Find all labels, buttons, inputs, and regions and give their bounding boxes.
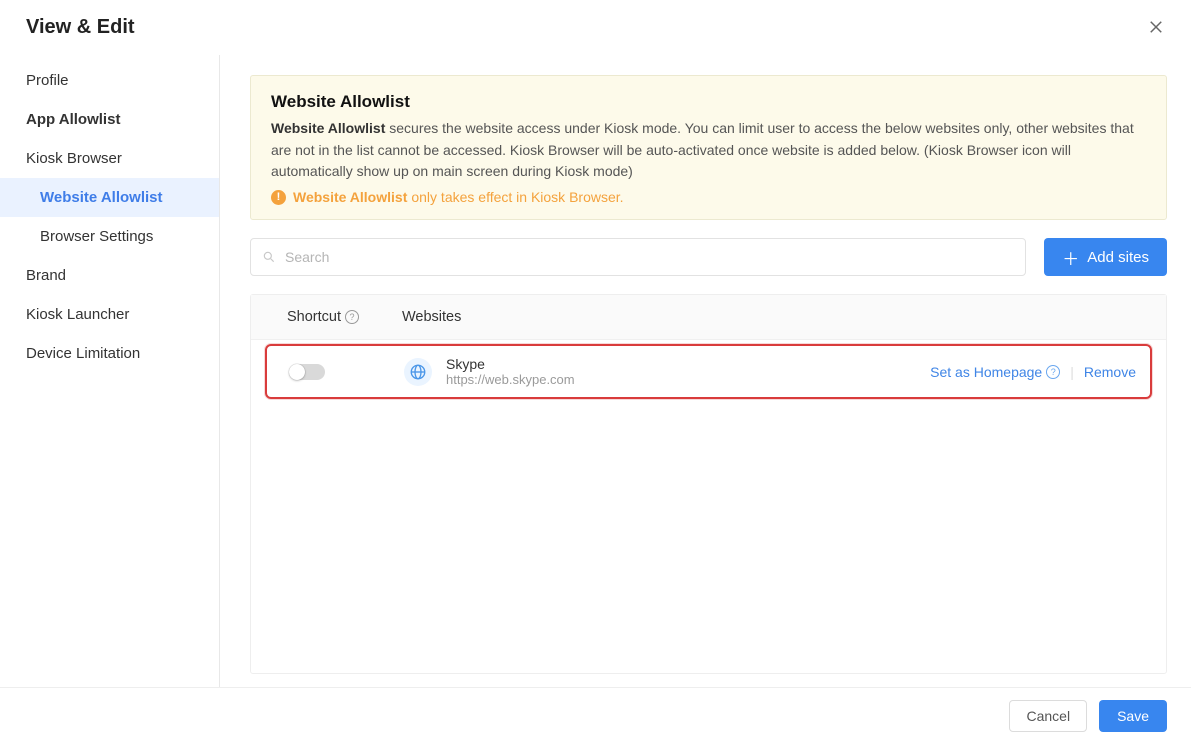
sidebar-item-profile[interactable]: Profile xyxy=(0,61,219,100)
info-bold-lead: Website Allowlist xyxy=(271,120,385,136)
sidebar-item-brand[interactable]: Brand xyxy=(0,256,219,295)
th-shortcut: Shortcut ? xyxy=(287,309,402,325)
shortcut-toggle-cell xyxy=(289,364,404,380)
sidebar-item-kiosk-launcher[interactable]: Kiosk Launcher xyxy=(0,295,219,334)
plus-icon: ＋ xyxy=(1062,245,1079,270)
th-websites: Websites xyxy=(402,309,1146,325)
info-warn-bold: Website Allowlist xyxy=(293,189,407,205)
allowlist-table: Shortcut ? Websites Skype xyxy=(250,294,1167,674)
cancel-button[interactable]: Cancel xyxy=(1009,700,1087,732)
info-title: Website Allowlist xyxy=(271,92,1146,112)
sidebar-subitem-browser-settings[interactable]: Browser Settings xyxy=(0,217,219,256)
sidebar-item-device-limitation[interactable]: Device Limitation xyxy=(0,334,219,373)
search-wrap xyxy=(250,238,1026,276)
page-title: View & Edit xyxy=(26,16,135,39)
divider: | xyxy=(1070,364,1074,380)
sidebar-item-app-allowlist[interactable]: App Allowlist xyxy=(0,100,219,139)
save-button[interactable]: Save xyxy=(1099,700,1167,732)
help-icon[interactable]: ? xyxy=(345,310,359,324)
globe-icon xyxy=(404,358,432,386)
site-url: https://web.skype.com xyxy=(446,372,575,387)
remove-link[interactable]: Remove xyxy=(1084,364,1136,380)
sidebar-item-kiosk-browser[interactable]: Kiosk Browser xyxy=(0,139,219,178)
site-cell: Skype https://web.skype.com xyxy=(404,356,930,387)
info-warn-text: only takes effect in Kiosk Browser. xyxy=(411,189,623,205)
site-name: Skype xyxy=(446,356,575,372)
info-warning: ! Website Allowlist only takes effect in… xyxy=(271,189,1146,205)
info-body-text: secures the website access under Kiosk m… xyxy=(271,120,1134,179)
close-icon[interactable] xyxy=(1147,18,1167,38)
table-header: Shortcut ? Websites xyxy=(251,295,1166,340)
shortcut-toggle[interactable] xyxy=(289,364,325,380)
header: View & Edit xyxy=(0,0,1191,55)
table-row: Skype https://web.skype.com Set as Homep… xyxy=(265,344,1152,399)
set-homepage-label: Set as Homepage xyxy=(930,364,1042,380)
set-homepage-link[interactable]: Set as Homepage ? xyxy=(930,364,1060,380)
info-body: Website Allowlist secures the website ac… xyxy=(271,118,1146,183)
search-icon xyxy=(262,250,276,264)
add-sites-button[interactable]: ＋ Add sites xyxy=(1044,238,1167,276)
info-panel: Website Allowlist Website Allowlist secu… xyxy=(250,75,1167,220)
add-sites-label: Add sites xyxy=(1087,249,1149,266)
row-actions: Set as Homepage ? | Remove xyxy=(930,364,1136,380)
sidebar: Profile App Allowlist Kiosk Browser Webs… xyxy=(0,55,220,687)
main-content: Website Allowlist Website Allowlist secu… xyxy=(220,55,1191,687)
sidebar-subitem-website-allowlist[interactable]: Website Allowlist xyxy=(0,178,219,217)
help-icon[interactable]: ? xyxy=(1046,365,1060,379)
search-input[interactable] xyxy=(250,238,1026,276)
footer: Cancel Save xyxy=(0,687,1191,744)
th-shortcut-label: Shortcut xyxy=(287,309,341,325)
warning-icon: ! xyxy=(271,190,286,205)
